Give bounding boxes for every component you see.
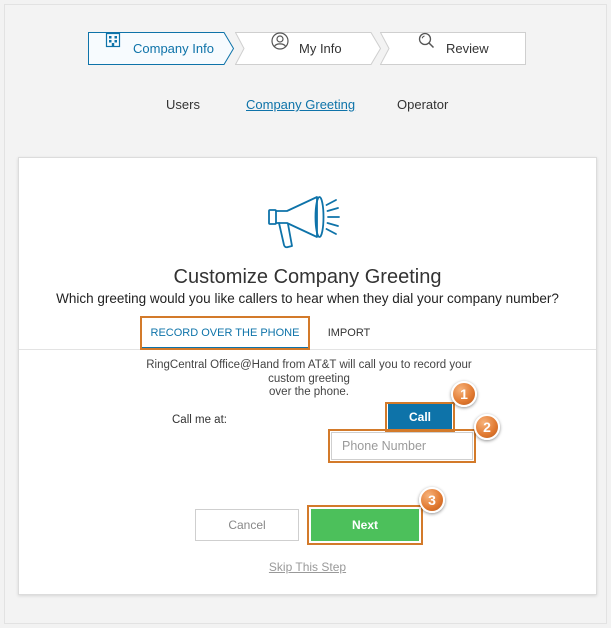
annotation-badge-3: 3 [419,487,445,513]
tab-import[interactable]: IMPORT [315,316,383,350]
greeting-card: Customize Company Greeting Which greetin… [18,157,597,595]
step-review[interactable]: Review [380,32,526,65]
annotation-badge-2: 2 [474,414,500,440]
step-company-info[interactable]: Company Info [88,32,235,65]
call-me-label: Call me at: [172,414,227,426]
highlight-box-phone [328,429,476,463]
search-icon [418,32,435,57]
skip-step-link[interactable]: Skip This Step [19,560,596,574]
instructions-line: custom greeting [268,372,350,385]
subnav-operator[interactable]: Operator [397,97,448,112]
instructions-line: over the phone. [269,386,349,398]
cancel-button[interactable]: Cancel [195,509,299,541]
highlight-box-next [307,505,423,545]
user-icon [271,32,289,57]
highlight-box-record-tab [140,316,310,350]
page-title: Customize Company Greeting [173,266,442,288]
subnav-company-greeting[interactable]: Company Greeting [246,97,355,112]
instructions-line: RingCentral Office@Hand from AT&T will c… [146,359,472,371]
subnav: Users Company Greeting Operator [0,97,611,115]
step-label: Review [446,41,489,56]
step-label: Company Info [133,41,214,56]
step-label: My Info [299,41,342,56]
building-icon [105,32,121,57]
wizard-stepper: Company Info My Info Review [88,32,526,65]
instructions-text: RingCentral Office@Hand from AT&T will c… [129,359,489,400]
step-my-info[interactable]: My Info [235,32,382,65]
annotation-badge-1: 1 [451,381,477,407]
megaphone-icon [265,191,351,260]
subnav-users[interactable]: Users [166,97,200,112]
page-subtitle: Which greeting would you like callers to… [56,291,559,306]
highlight-box-call [385,402,455,432]
